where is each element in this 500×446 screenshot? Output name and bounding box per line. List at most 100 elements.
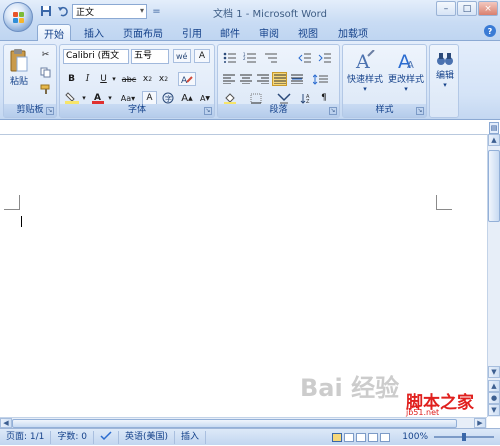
outline-view-icon[interactable] [368, 432, 379, 442]
zoom-level[interactable]: 100% [396, 431, 434, 444]
clipboard-launcher-icon[interactable]: ↘ [46, 107, 54, 115]
scroll-down-icon[interactable]: ▼ [488, 366, 500, 378]
distributed-icon[interactable] [289, 72, 304, 86]
vertical-scroll-thumb[interactable] [488, 150, 500, 222]
font-size-dropdown[interactable]: 五号 [131, 49, 169, 64]
horizontal-scroll-thumb[interactable] [12, 419, 457, 428]
strikethrough-icon[interactable]: abc [120, 72, 138, 86]
close-button[interactable]: × [478, 1, 498, 16]
character-border-icon[interactable]: A [194, 49, 210, 63]
tab-references[interactable]: 引用 [176, 24, 208, 41]
format-painter-icon[interactable] [38, 82, 53, 96]
horizontal-scrollbar[interactable]: ◀ ▶ [0, 417, 487, 428]
sort-icon[interactable]: AZ [298, 91, 312, 105]
scroll-left-icon[interactable]: ◀ [0, 418, 12, 428]
styles-group: A 快速样式 ▾ AA 更改样式 ▾ 样式 ↘ [342, 44, 427, 118]
word-count[interactable]: 字数: 0 [51, 430, 95, 444]
decrease-indent-icon[interactable] [296, 50, 314, 64]
web-layout-icon[interactable] [356, 432, 367, 442]
minimize-button[interactable]: – [436, 1, 456, 16]
previous-page-icon[interactable]: ▲ [488, 380, 500, 392]
enclose-characters-icon[interactable]: 字 [160, 91, 175, 105]
style-dropdown[interactable]: 正文 ▾ [72, 3, 147, 19]
svg-text:Z: Z [306, 99, 310, 104]
clear-formatting-icon[interactable]: A [178, 72, 196, 86]
phonetic-guide-icon[interactable]: wén [173, 49, 191, 63]
tab-page-layout[interactable]: 页面布局 [117, 24, 169, 41]
page-count[interactable]: 页面: 1/1 [0, 430, 52, 444]
styles-launcher-icon[interactable]: ↘ [416, 107, 424, 115]
editing-button[interactable]: 编辑 ▾ [432, 50, 458, 89]
font-color-icon[interactable]: A [90, 91, 106, 105]
undo-icon[interactable] [55, 4, 70, 19]
paragraph-launcher-icon[interactable]: ↘ [329, 107, 337, 115]
character-shading-icon[interactable]: A [142, 91, 157, 105]
vertical-scrollbar[interactable]: ▲ ▼ ▲ ● ▼ [487, 134, 500, 417]
show-marks-icon[interactable]: ¶ [316, 91, 332, 105]
underline-icon[interactable]: U [96, 72, 111, 86]
language[interactable]: 英语(美国) [119, 430, 176, 444]
print-layout-icon[interactable] [332, 432, 343, 442]
shrink-font-icon[interactable]: A ▼ [197, 91, 213, 105]
watermark-site: jb51.net [406, 408, 440, 417]
zoom-slider[interactable] [434, 433, 494, 441]
help-icon[interactable]: ? [484, 25, 496, 37]
tab-home[interactable]: 开始 [37, 24, 71, 41]
select-browse-object-icon[interactable]: ● [488, 392, 500, 404]
proofing-icon[interactable] [94, 430, 120, 444]
tab-mailings[interactable]: 邮件 [214, 24, 246, 41]
superscript-icon[interactable]: x2 [156, 72, 171, 86]
underline-dropdown-icon[interactable]: ▾ [110, 72, 118, 86]
change-case-icon[interactable]: Aa▾ [118, 91, 138, 105]
multilevel-list-icon[interactable] [261, 50, 281, 64]
increase-indent-icon[interactable] [316, 50, 334, 64]
binoculars-icon [437, 53, 453, 65]
copy-icon[interactable] [38, 65, 53, 79]
save-icon[interactable] [38, 4, 53, 19]
bullets-icon[interactable] [221, 50, 239, 64]
highlight-dropdown-icon[interactable]: ▾ [80, 91, 88, 105]
draft-view-icon[interactable] [380, 432, 391, 442]
font-launcher-icon[interactable]: ↘ [204, 107, 212, 115]
align-center-icon[interactable] [238, 72, 253, 86]
full-screen-reading-icon[interactable] [344, 432, 355, 442]
chinese-layout-icon[interactable] [275, 91, 293, 105]
paste-button[interactable]: 粘贴 [7, 48, 31, 87]
tab-view[interactable]: 视图 [292, 24, 324, 41]
quick-styles-icon: A [355, 50, 375, 72]
shading-icon[interactable] [221, 91, 243, 105]
italic-icon[interactable]: I [80, 72, 95, 86]
zoom-slider-thumb[interactable] [462, 433, 466, 441]
tab-review[interactable]: 审阅 [253, 24, 285, 41]
bold-icon[interactable]: B [64, 72, 79, 86]
line-spacing-icon[interactable] [310, 72, 332, 86]
scroll-up-icon[interactable]: ▲ [488, 134, 500, 146]
document-area[interactable] [0, 134, 487, 417]
scroll-right-icon[interactable]: ▶ [474, 418, 486, 428]
change-styles-button[interactable]: AA 更改样式 ▾ [385, 50, 427, 93]
borders-icon[interactable] [246, 91, 268, 105]
font-color-dropdown-icon[interactable]: ▾ [106, 91, 114, 105]
align-left-icon[interactable] [221, 72, 236, 86]
justify-icon[interactable] [272, 72, 287, 86]
tab-insert[interactable]: 插入 [78, 24, 110, 41]
insert-mode[interactable]: 插入 [175, 430, 207, 444]
font-group: Calibri (西文 五号 wén A B I U ▾ abc x2 x2 A… [59, 44, 215, 118]
office-button[interactable] [3, 2, 33, 32]
maximize-button[interactable]: □ [457, 1, 477, 16]
next-page-icon[interactable]: ▼ [488, 404, 500, 416]
office-logo-icon [13, 12, 25, 24]
font-name-dropdown[interactable]: Calibri (西文 [63, 49, 129, 64]
grow-font-icon[interactable]: A ▲ [178, 91, 196, 105]
tab-addins[interactable]: 加载项 [332, 24, 374, 41]
text-highlight-icon[interactable] [64, 91, 80, 105]
align-right-icon[interactable] [255, 72, 270, 86]
numbering-icon[interactable]: 12 [241, 50, 259, 64]
ribbon: 粘贴 ✂ 剪贴板 ↘ Calibri (西文 五号 wén A B I U ▾ … [0, 41, 500, 120]
view-ruler-icon[interactable]: ▤ [489, 122, 499, 134]
top-right-crop-mark [436, 195, 452, 210]
cut-icon[interactable]: ✂ [38, 48, 53, 62]
subscript-icon[interactable]: x2 [140, 72, 155, 86]
quick-styles-button[interactable]: A 快速样式 ▾ [345, 50, 385, 93]
customize-qat-button[interactable]: = [149, 4, 164, 19]
